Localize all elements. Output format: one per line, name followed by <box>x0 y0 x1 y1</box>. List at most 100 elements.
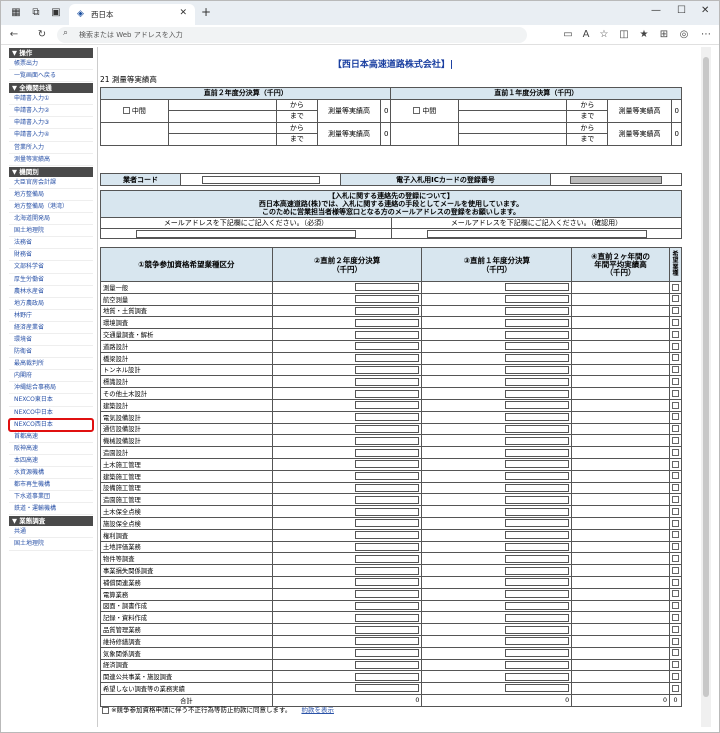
prev2-input[interactable] <box>355 295 420 304</box>
wish-checkbox[interactable] <box>671 425 679 433</box>
sidebar-item[interactable]: 地方整備局（港湾） <box>9 201 93 214</box>
mail-confirm-input[interactable] <box>426 229 647 238</box>
prev2-input[interactable] <box>355 542 420 551</box>
wish-checkbox[interactable] <box>671 578 679 586</box>
wish-checkbox[interactable] <box>671 413 679 421</box>
sidebar-item[interactable]: 申請書入力② <box>9 105 93 118</box>
prev2-input[interactable] <box>355 601 420 610</box>
minimize-icon[interactable]: — <box>651 5 661 16</box>
sidebar-item[interactable]: 厚生労働省 <box>9 274 93 286</box>
prev1-input[interactable] <box>505 531 570 540</box>
address-bar[interactable]: ⌕ 検索または Web アドレスを入力 <box>57 27 527 43</box>
sidebar-item[interactable]: 申請書入力① <box>9 93 93 106</box>
prev1-input[interactable] <box>505 483 570 492</box>
prev2-input[interactable] <box>355 330 420 339</box>
sidebar-item[interactable]: 帳票出力 <box>9 58 93 71</box>
prev1-input[interactable] <box>505 684 570 693</box>
agree-checkbox[interactable] <box>102 706 109 714</box>
prev1-input[interactable] <box>505 660 570 669</box>
prev1-input[interactable] <box>505 295 570 304</box>
wish-checkbox[interactable] <box>671 554 679 562</box>
prev1-input[interactable] <box>505 625 570 634</box>
prev2-input[interactable] <box>355 649 420 658</box>
prev1-input[interactable] <box>505 448 570 457</box>
prev1-from-date[interactable] <box>457 98 568 111</box>
prev1-input[interactable] <box>505 519 570 528</box>
sidebar-item[interactable]: 沖縄総合事務局 <box>9 382 93 395</box>
new-tab-icon[interactable]: + <box>201 5 211 19</box>
prev2-input[interactable] <box>355 436 420 445</box>
wish-checkbox[interactable] <box>671 672 679 680</box>
scrollbar-thumb[interactable] <box>703 57 709 697</box>
ic-card-input[interactable] <box>570 175 662 184</box>
prev1-input[interactable] <box>505 578 570 587</box>
wish-checkbox[interactable] <box>671 566 679 574</box>
wish-checkbox[interactable] <box>671 307 679 315</box>
prev2-input[interactable] <box>355 354 420 363</box>
wish-checkbox[interactable] <box>671 602 679 610</box>
wish-checkbox[interactable] <box>671 448 679 456</box>
prev2-input[interactable] <box>355 578 420 587</box>
prev2-input[interactable] <box>355 660 420 669</box>
wish-checkbox[interactable] <box>671 649 679 657</box>
extensions-icon[interactable]: ◎ <box>677 28 691 42</box>
prev1-input[interactable] <box>505 342 570 351</box>
sidebar-item[interactable]: 内閣府 <box>9 370 93 383</box>
wish-checkbox[interactable] <box>671 495 679 503</box>
prev1-input[interactable] <box>505 389 570 398</box>
prev1-to-date[interactable] <box>457 110 568 123</box>
prev2-input[interactable] <box>355 566 420 575</box>
prev2-input[interactable] <box>355 507 420 516</box>
prev2-input[interactable] <box>355 519 420 528</box>
sidebar-item[interactable]: 財務省 <box>9 249 93 262</box>
sidebar-item[interactable]: 農林水産省 <box>9 286 93 298</box>
prev2-to-date[interactable] <box>167 110 277 123</box>
prev2-input[interactable] <box>355 672 420 681</box>
prev1-input[interactable] <box>505 401 570 410</box>
sidebar-item[interactable]: 国土地理院 <box>9 538 93 551</box>
wish-checkbox[interactable] <box>671 437 679 444</box>
prev1-input[interactable] <box>505 306 570 315</box>
favorite-icon[interactable]: ☆ <box>597 28 611 42</box>
wish-checkbox[interactable] <box>671 378 679 386</box>
app-menu-icon[interactable]: ▦ <box>9 6 23 20</box>
wish-checkbox[interactable] <box>671 342 679 350</box>
prev1-input[interactable] <box>505 354 570 363</box>
sidebar-item[interactable]: 阪神高速 <box>9 443 93 455</box>
prev1-input[interactable] <box>505 377 570 386</box>
mail-required-input[interactable] <box>136 229 356 238</box>
prev1-input[interactable] <box>505 283 570 292</box>
prev1-mid-checkbox[interactable] <box>413 107 421 114</box>
maximize-icon[interactable]: ☐ <box>677 5 686 16</box>
prev2-input[interactable] <box>355 483 420 492</box>
wish-checkbox[interactable] <box>671 543 679 551</box>
favorites-icon[interactable]: ★ <box>637 28 651 42</box>
prev2-mid-checkbox[interactable] <box>122 107 130 114</box>
prev2-input[interactable] <box>355 637 420 646</box>
prev1-input[interactable] <box>505 672 570 681</box>
prev1-input[interactable] <box>505 318 570 327</box>
sidebar-item[interactable]: NEXCO西日本 <box>8 417 94 432</box>
prev2-input[interactable] <box>355 377 420 386</box>
prev1-input[interactable] <box>505 436 570 445</box>
wish-checkbox[interactable] <box>671 507 679 515</box>
wish-checkbox[interactable] <box>671 684 679 692</box>
prev2-input[interactable] <box>355 684 420 693</box>
sidebar-item[interactable]: 本四高速 <box>9 455 93 467</box>
sidebar-item[interactable]: 水資源機構 <box>9 467 93 480</box>
sidebar-item[interactable]: 防衛省 <box>9 346 93 359</box>
prev1-input[interactable] <box>505 637 570 646</box>
wish-checkbox[interactable] <box>671 389 679 397</box>
wish-checkbox[interactable] <box>671 625 679 633</box>
sidebar-item[interactable]: 鉄道・運輸機構 <box>9 503 93 516</box>
prev1-input[interactable] <box>505 613 570 622</box>
prev1-input[interactable] <box>505 330 570 339</box>
prev1-input[interactable] <box>505 601 570 610</box>
prev2-input[interactable] <box>355 413 420 422</box>
sidebar-item[interactable]: 一覧画面へ戻る <box>9 70 93 83</box>
sidebar-item[interactable]: 地方農政局 <box>9 298 93 310</box>
prev2-input[interactable] <box>355 460 420 469</box>
more-icon[interactable]: ⋯ <box>699 28 713 42</box>
workspaces-icon[interactable]: ⧉ <box>29 6 43 20</box>
sidebar-item[interactable]: 林野庁 <box>9 310 93 322</box>
